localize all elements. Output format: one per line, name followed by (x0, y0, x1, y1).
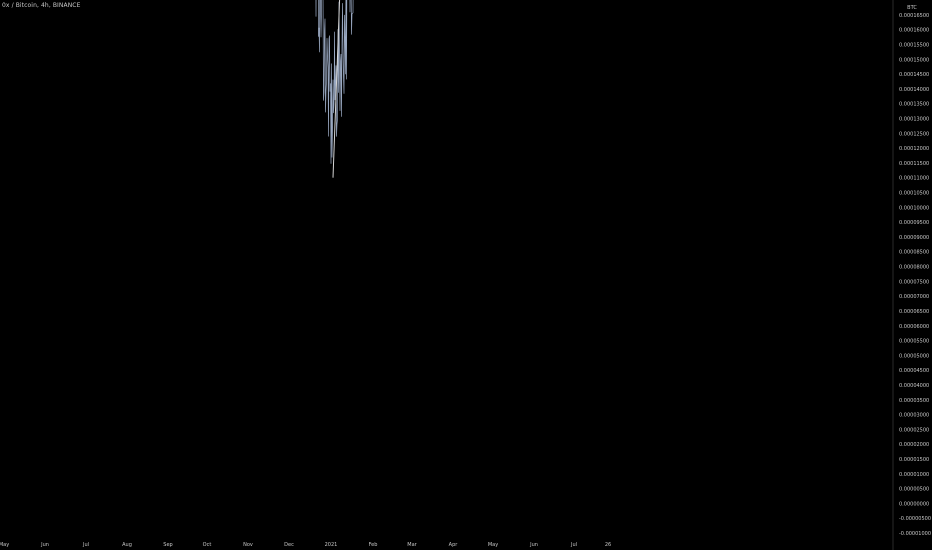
y-tick-label: 0.00015500 (899, 42, 929, 48)
y-tick-label: 0.00016000 (899, 28, 929, 34)
x-tick-label: Jul (82, 542, 89, 548)
y-tick-label: 0.00010500 (899, 191, 929, 197)
y-tick-label: 0.00003000 (899, 413, 929, 419)
y-tick-label: 0.00007500 (899, 279, 929, 285)
y-tick-label: 0.00002500 (899, 427, 929, 433)
y-tick-label: 0.00006000 (899, 324, 929, 330)
y-tick-label: 0.00001000 (899, 472, 929, 478)
y-tick-label: 0.00014000 (899, 87, 929, 93)
y-tick-label: 0.00003500 (899, 398, 929, 404)
y-tick-label: 0.00005500 (899, 339, 929, 345)
price-chart[interactable]: Monthly LevelMonthly LevelWeekly LevelWe… (0, 0, 932, 550)
y-tick-label: 0.00008000 (899, 265, 929, 271)
y-tick-label: 0.00004500 (899, 368, 929, 374)
y-tick-label: 0.00009000 (899, 235, 929, 241)
y-tick-label: 0.00013000 (899, 117, 929, 123)
y-tick-label: -0.00000500 (899, 516, 931, 522)
y-tick-label: 0.00002000 (899, 442, 929, 448)
x-tick-label: Nov (243, 542, 253, 548)
x-tick-label: Aug (122, 542, 132, 548)
y-tick-label: 0.00011500 (899, 161, 929, 167)
y-tick-label: 0.00014500 (899, 72, 929, 78)
y-tick-label: 0.00011000 (899, 176, 929, 182)
y-tick-label: 0.00009500 (899, 220, 929, 226)
y-tick-label: 0.00015000 (899, 57, 929, 63)
price-axis: BTC 0.00016500 0.00016000 0.00015500 0.00015… (892, 0, 931, 550)
y-tick-label: 0.00001500 (899, 457, 929, 463)
time-axis: May Jun Jul Aug Sep Oct Nov Dec 2021 Feb Mar Apr May… (0, 542, 611, 548)
y-tick-label: 0.00008500 (899, 250, 929, 256)
x-tick-label: Sep (163, 542, 172, 548)
y-tick-label: 0.00006500 (899, 309, 929, 315)
x-tick-label: Jul (570, 542, 577, 548)
x-tick-label: May (488, 542, 498, 548)
x-tick-label: Apr (449, 542, 459, 548)
y-tick-label: 0.00000000 (899, 501, 929, 507)
y-tick-label: 0.00007000 (899, 294, 929, 300)
y-tick-label: 0.00010000 (899, 205, 929, 211)
y-tick-label: 0.00016500 (899, 13, 929, 19)
elliott-wave-line[interactable] (332, 0, 745, 178)
y-tick-label: 0.00012500 (899, 131, 929, 137)
x-tick-label: Feb (369, 542, 378, 548)
x-tick-label: May (0, 542, 9, 548)
x-tick-label: Jun (40, 542, 49, 548)
y-tick-label: 0.00005000 (899, 353, 929, 359)
y-tick-label: 0.00004000 (899, 383, 929, 389)
y-tick-label: -0.00001000 (899, 531, 931, 537)
y-tick-label: 0.00000500 (899, 487, 929, 493)
x-tick-label: 26 (605, 542, 611, 548)
y-tick-label: 0.00013500 (899, 102, 929, 108)
x-tick-label: Dec (284, 542, 294, 548)
x-tick-label: Mar (407, 542, 417, 548)
x-tick-label: 2021 (325, 542, 338, 548)
x-tick-label: Oct (203, 542, 212, 548)
price-series-line (315, 0, 354, 164)
x-tick-label: Jun (529, 542, 538, 548)
y-tick-label: 0.00012000 (899, 146, 929, 152)
price-axis-unit: BTC (907, 5, 917, 11)
